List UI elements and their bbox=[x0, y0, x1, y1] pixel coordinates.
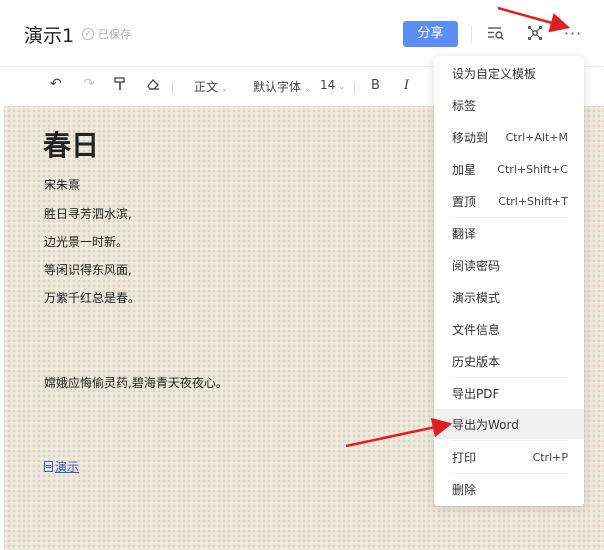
menu-item-label: 演示模式 bbox=[452, 290, 501, 305]
menu-item-label: 导出PDF bbox=[452, 386, 500, 401]
share-button[interactable]: 分享 bbox=[403, 21, 458, 47]
poem-line: 胜日寻芳泗水滨, bbox=[44, 207, 132, 221]
menu-item-move-to[interactable]: 移动到 Ctrl+Alt+M bbox=[434, 122, 584, 152]
paragraph-style-select[interactable]: 正文 ⌄ bbox=[194, 78, 228, 95]
poem-line: 边光景一时新。 bbox=[44, 235, 129, 249]
menu-item-label: 历史版本 bbox=[452, 354, 501, 369]
poem-line: 万紫千红总是春。 bbox=[44, 291, 141, 305]
chevron-down-icon: ⌄ bbox=[221, 84, 228, 93]
menu-item-label: 阅读密码 bbox=[452, 258, 501, 273]
chevron-down-icon: ⌄ bbox=[338, 82, 345, 91]
font-size-select[interactable]: 14 ⌄ bbox=[320, 78, 345, 92]
menu-item-shortcut: Ctrl+Alt+M bbox=[505, 130, 568, 144]
font-family-select[interactable]: 默认字体 ⌄ bbox=[253, 78, 311, 95]
menu-item-star[interactable]: 加星 Ctrl+Shift+C bbox=[434, 154, 584, 184]
save-status: ✓ 已保存 bbox=[82, 26, 131, 42]
menu-item-label: 打印 bbox=[452, 450, 477, 465]
toolbar-divider bbox=[354, 82, 355, 94]
menu-item-shortcut: Ctrl+P bbox=[532, 450, 568, 464]
menu-item-read-password[interactable]: 阅读密码 bbox=[434, 250, 584, 280]
chevron-down-icon: ⌄ bbox=[304, 84, 311, 93]
bold-button[interactable]: B bbox=[371, 78, 380, 93]
eraser-icon[interactable] bbox=[146, 77, 160, 94]
menu-item-label: 置顶 bbox=[452, 194, 477, 209]
menu-item-translate[interactable]: 翻译 bbox=[434, 218, 584, 248]
menu-item-label: 删除 bbox=[452, 482, 477, 497]
saved-check-icon: ✓ bbox=[82, 28, 94, 40]
menu-item-label: 导出为Word bbox=[452, 417, 519, 432]
toolbar-divider bbox=[172, 82, 173, 94]
outline-search-icon[interactable] bbox=[485, 22, 507, 44]
menu-item-print[interactable]: 打印 Ctrl+P bbox=[434, 442, 584, 472]
menu-divider bbox=[452, 440, 568, 441]
format-painter-icon[interactable] bbox=[114, 77, 126, 94]
menu-item-shortcut: Ctrl+Shift+T bbox=[498, 194, 568, 208]
font-size-label: 14 bbox=[320, 78, 336, 92]
poem-title: 春日 bbox=[43, 129, 100, 162]
menu-item-label: 设为自定义模板 bbox=[452, 66, 537, 81]
redo-icon[interactable]: ↷ bbox=[83, 76, 95, 92]
menu-item-tags[interactable]: 标签 bbox=[434, 90, 584, 120]
menu-item-label: 文件信息 bbox=[452, 322, 501, 337]
menu-item-export-pdf[interactable]: 导出PDF bbox=[434, 378, 584, 408]
document-link-label: 演示 bbox=[55, 460, 80, 474]
menu-item-file-info[interactable]: 文件信息 bbox=[434, 314, 584, 344]
header-divider bbox=[471, 25, 472, 43]
italic-button[interactable]: I bbox=[404, 78, 409, 93]
document-title[interactable]: 演示1 bbox=[24, 21, 74, 48]
mind-map-icon[interactable] bbox=[524, 22, 546, 44]
more-menu: 设为自定义模板 标签 移动到 Ctrl+Alt+M 加星 Ctrl+Shift+C … bbox=[434, 56, 584, 506]
menu-item-presentation-mode[interactable]: 演示模式 bbox=[434, 282, 584, 312]
menu-item-set-template[interactable]: 设为自定义模板 bbox=[434, 58, 584, 88]
document-icon bbox=[44, 461, 53, 472]
document-link[interactable]: 演示 bbox=[44, 458, 79, 475]
paragraph-style-label: 正文 bbox=[194, 80, 219, 94]
menu-item-label: 标签 bbox=[452, 98, 477, 113]
menu-item-label: 加星 bbox=[452, 162, 477, 177]
save-status-label: 已保存 bbox=[98, 28, 131, 41]
menu-item-history[interactable]: 历史版本 bbox=[434, 346, 584, 376]
menu-item-shortcut: Ctrl+Shift+C bbox=[497, 162, 568, 176]
undo-icon[interactable]: ↶ bbox=[50, 76, 62, 92]
menu-item-delete[interactable]: 删除 bbox=[434, 474, 584, 504]
menu-item-label: 移动到 bbox=[452, 130, 489, 145]
poem-line: 等闲识得东风面, bbox=[44, 263, 132, 277]
font-family-label: 默认字体 bbox=[253, 80, 302, 94]
more-icon[interactable]: ··· bbox=[562, 22, 584, 44]
poem-extra-line: 嫦娥应悔偷灵药,碧海青天夜夜心。 bbox=[44, 376, 228, 390]
menu-item-label: 翻译 bbox=[452, 226, 477, 241]
menu-item-export-word[interactable]: 导出为Word bbox=[434, 409, 584, 439]
poem-author: 宋朱熹 bbox=[44, 178, 81, 192]
menu-item-pin-top[interactable]: 置顶 Ctrl+Shift+T bbox=[434, 186, 584, 216]
